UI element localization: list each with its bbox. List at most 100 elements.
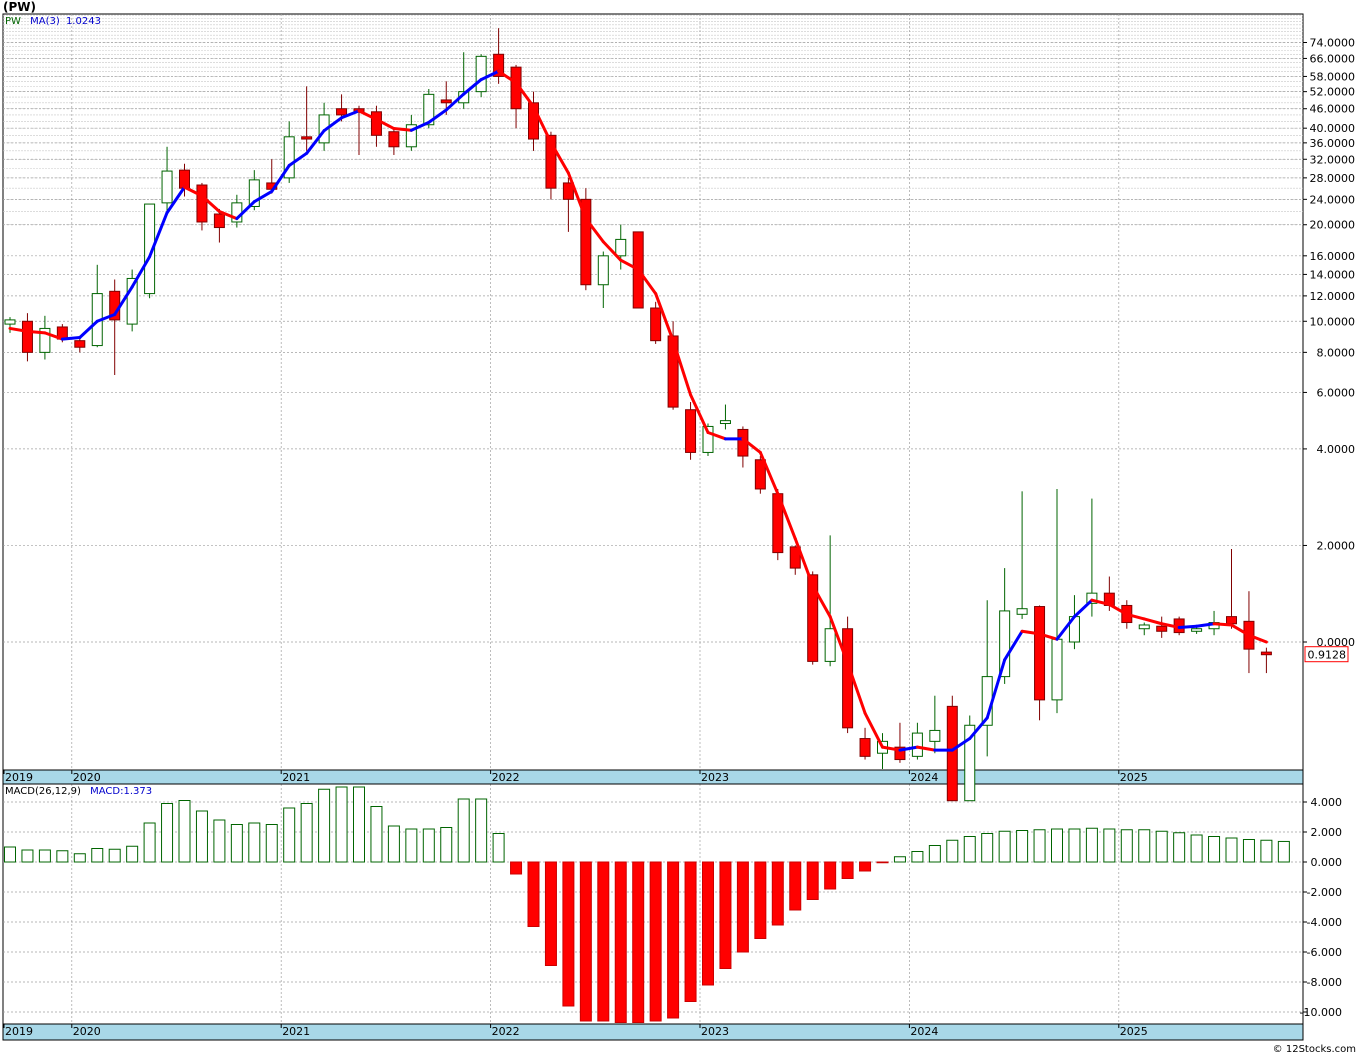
candle-body [946, 705, 958, 802]
macd-bar [893, 856, 906, 863]
candle [685, 402, 697, 460]
macd-bar [946, 839, 959, 863]
price-y-tick-label: 36.0000 [1310, 137, 1356, 150]
macd-bar [806, 861, 819, 900]
ma3-segment [1177, 624, 1199, 629]
candle-body [440, 99, 452, 104]
macd-bar [492, 833, 505, 863]
macd-bar [736, 861, 749, 953]
macd-bar [510, 861, 523, 875]
macd-bar [754, 861, 767, 939]
candle-body [179, 169, 190, 189]
macd-bar [527, 861, 540, 927]
candle-body [213, 213, 225, 229]
price-y-tick-label: 16.0000 [1310, 250, 1356, 263]
macd-bar [1208, 836, 1221, 863]
candle-body [842, 628, 854, 729]
macd-bar [370, 806, 383, 863]
candle-body [824, 628, 836, 662]
candle [964, 715, 976, 802]
price-y-tick-label: 10.0000 [1310, 315, 1356, 328]
macd-y-tick-label: 4.000 [1311, 796, 1343, 809]
price-y-tick-label: 20.0000 [1310, 219, 1356, 232]
macd-bar [1260, 839, 1273, 863]
macd-bar [143, 822, 156, 863]
macd-y-tick-label: -4.000 [1307, 916, 1342, 929]
macd-bar [841, 861, 854, 879]
macd-bar [1173, 832, 1186, 863]
macd-bar [1138, 829, 1151, 863]
macd-x-tick-label: 2022 [492, 1025, 520, 1038]
chart-canvas: 74.0000 66.0000 58.0000 52.0000 46.0000 40.00… [0, 0, 1360, 1056]
macd-x-tick-label: 2025 [1120, 1025, 1148, 1038]
macd-bar [213, 819, 226, 863]
macd-legend-value: MACD:1.373 [90, 786, 153, 797]
macd-bar [248, 822, 261, 863]
macd-bar [544, 861, 557, 966]
macd-bar [387, 825, 400, 863]
price-x-tick-label: 2019 [5, 771, 33, 784]
candle-body [615, 238, 627, 257]
candle-body [1226, 616, 1237, 625]
macd-bar [702, 861, 714, 986]
price-x-tick-label: 2020 [73, 771, 101, 784]
macd-bar [684, 861, 697, 1002]
macd-bar [579, 861, 592, 1022]
macd-bar [1016, 830, 1029, 863]
candle-body [1156, 625, 1168, 632]
macd-bar [73, 853, 86, 863]
macd-bar [440, 827, 453, 863]
macd-bar [265, 824, 278, 863]
candle-body [301, 136, 313, 140]
candle-body [911, 732, 923, 757]
price-y-tick-label: 58.0000 [1310, 70, 1356, 83]
macd-bar [4, 846, 16, 863]
macd-bar [91, 848, 104, 863]
price-x-tick-label: 2023 [701, 771, 729, 784]
price-legend-ma-label: MA(3) [30, 16, 60, 27]
candle-body [650, 307, 662, 342]
candle [580, 188, 592, 291]
macd-bar [283, 807, 296, 863]
candle-body [1051, 638, 1063, 701]
macd-bar [1225, 837, 1238, 863]
price-y-tick-label: 28.0000 [1310, 172, 1356, 185]
candle-body [4, 319, 16, 325]
macd-bar [911, 851, 924, 863]
price-y-tick-label: 66.0000 [1310, 52, 1356, 65]
macd-bar [981, 833, 994, 863]
macd-bar [562, 861, 575, 1007]
price-x-tick-label: 2024 [910, 771, 938, 784]
price-y-tick-label: 74.0000 [1310, 37, 1356, 50]
macd-bar [422, 828, 435, 863]
macd-bar [1242, 839, 1255, 863]
price-y-tick-label: 14.0000 [1310, 268, 1356, 281]
macd-bar [597, 861, 610, 1022]
price-y-tick-label: 32.0000 [1310, 153, 1356, 166]
price-y-tick-label: 52.0000 [1310, 86, 1356, 99]
macd-bar [21, 849, 34, 863]
macd-y-tick-label: -6.000 [1307, 946, 1342, 959]
last-price-label: 0.9128 [1308, 649, 1347, 662]
macd-bar [457, 798, 470, 863]
macd-bar [963, 836, 976, 863]
macd-bar [300, 803, 313, 863]
macd-legend-label: MACD(26,12,9) [5, 786, 81, 797]
macd-bar [1068, 828, 1081, 863]
last-price-tag: 0.9128 [1304, 646, 1349, 663]
macd-bar [161, 803, 174, 863]
macd-x-tick-label: 2020 [73, 1025, 101, 1038]
macd-y-tick-label: 0.000 [1311, 856, 1343, 869]
candle-body [597, 255, 609, 286]
macd-x-tick-label: 2019 [5, 1025, 33, 1038]
price-y-tick-label: 6.0000 [1317, 386, 1356, 399]
macd-y-tick-label: -10.000 [1300, 1006, 1342, 1019]
macd-bar [475, 798, 488, 863]
macd-bar [1277, 840, 1290, 863]
macd-bar [56, 850, 69, 863]
macd-bar [195, 810, 208, 863]
macd-bar [1190, 834, 1203, 863]
chart-svg: 74.0000 66.0000 58.0000 52.0000 46.0000 40.00… [2, 13, 1356, 1041]
candle [475, 54, 487, 98]
macd-bar [335, 786, 348, 863]
